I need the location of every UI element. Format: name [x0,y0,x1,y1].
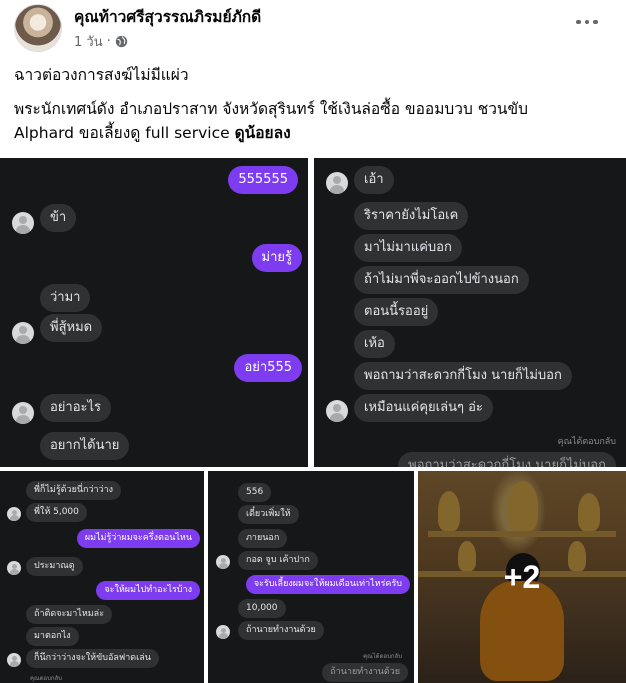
gallery-photo-4[interactable]: 556 เดี๋ยวเพิ่มให้ ภายนอก กอด จูบ เค้าปา… [208,471,414,683]
caption-line-2: พระนักเทศน์ดัง อำเภอปราสาท จังหวัดสุรินท… [14,100,528,118]
contact-avatar [12,402,34,424]
chat-bubble-received: พี่ให้ 5,000 [26,503,87,522]
chat-bubble-received: ถ้าไม่มาพี่จะออกไปข้างนอก [354,266,529,294]
contact-avatar [7,561,21,575]
chat-bubble-received: ถ้าติดจะมาไหมล่ะ [26,605,113,624]
chat-bubble-received: ภายนอก [238,529,288,548]
gallery-photo-5-more[interactable]: +2 [418,471,626,683]
more-photos-overlay[interactable]: +2 [418,471,626,683]
chat-bubble-received: มาตอกไง [26,627,79,646]
contact-avatar [12,322,34,344]
chat-bubble-received: ตอนนี้รออยู่ [354,298,439,326]
chat-bubble-sent: ผมไม่รู้ว่าผมจะครึ่งตอนไหน [76,529,200,548]
chat-bubble-received: ก็นึกว่าว่างจะให้ขับอัลฟาดเล่น [26,649,159,668]
author-avatar[interactable] [14,4,62,52]
reply-note: คุณได้ตอบกลับ [557,437,616,447]
facebook-post: คุณท้าวศรีสุวรรณภิรมย์ภักดี 1 วัน · ฉาวต… [0,0,626,683]
chat-bubble-received: อยากได้นาย [40,432,130,460]
caption-line-3: Alphard ขอเลี้ยงดู full service ดูน้อยลง [14,121,614,145]
more-options-button[interactable] [572,10,602,34]
contact-avatar [7,653,21,667]
chat-bubble-received: 556 [238,483,272,502]
chat-bubble-received: ริราคายังไม่โอเค [354,202,469,230]
reply-preview: ถ้านายทำงานด้วย [322,663,408,682]
contact-avatar [216,625,230,639]
chat-bubble-received: มาไม่มาแค่บอก [354,234,462,262]
caption-text: Alphard ขอเลี้ยงดู full service [14,124,235,142]
chat-bubble-sent: จะให้ผมไปทำอะไรบ้าง [96,581,200,600]
reply-preview: พอถามว่าสะดวกกี่โมง นายก็ไม่บอก [398,452,616,467]
post-time[interactable]: 1 วัน [74,31,103,52]
chat-bubble-received: กอด จูบ เค้าปาก [238,551,318,570]
author-name[interactable]: คุณท้าวศรีสุวรรณภิรมย์ภักดี [74,4,261,29]
reply-note: คุณตอบกลับ [30,675,63,682]
chat-bubble-received: อย่าอะไร [40,394,112,422]
gallery-photo-1[interactable]: 555555 ข้า ม่ายรู้ ว่ามา พี่สู้หมด อย่า5… [0,158,308,467]
chat-bubble-sent: อย่า555 [234,354,302,382]
chat-bubble-received: เดี๋ยวเพิ่มให้ [238,505,299,524]
chat-bubble-received: 10,000 [238,599,286,618]
chat-bubble-sent: ม่ายรู้ [251,244,302,272]
chat-bubble-received: ประมาณดู [26,557,83,576]
reply-note: คุณได้ตอบกลับ [363,653,402,660]
gallery-photo-3[interactable]: พี่ก็ไม่รู้ด้วยนี่กว่าว่าง พี่ให้ 5,000 … [0,471,204,683]
contact-avatar [216,555,230,569]
more-horizontal-icon [576,19,581,25]
chat-bubble-received: ว่ามา [40,284,91,312]
globe-icon [115,35,127,48]
contact-avatar [12,212,34,234]
more-photos-count: +2 [503,558,541,595]
caption-line-1: ฉาวต่อวงการสงฆ์ไม่มีแผ่ว [14,66,189,84]
see-less-link[interactable]: ดูน้อยลง [235,124,291,142]
chat-bubble-sent: 555555 [228,166,298,194]
chat-bubble-received: ข้า [40,204,77,232]
contact-avatar [7,507,21,521]
chat-bubble-received: พอถามว่าสะดวกกี่โมง นายก็ไม่บอก [354,362,572,390]
chat-bubble-received: พี่สู้หมด [40,314,103,342]
chat-bubble-received: เห้อ [354,330,395,358]
contact-avatar [326,400,348,422]
gallery-photo-2[interactable]: เอ้า ริราคายังไม่โอเค มาไม่มาแค่บอก ถ้าไ… [314,158,626,467]
contact-avatar [326,172,348,194]
chat-bubble-received: เอ้า [354,166,394,194]
meta-separator: · [106,34,111,49]
chat-bubble-sent: จะรับเลี้ยงผมจะให้ผมเดือนเท่าไหร่ครับ [245,575,410,594]
photo-gallery: 555555 ข้า ม่ายรู้ ว่ามา พี่สู้หมด อย่า5… [0,158,626,683]
chat-bubble-received: พี่ก็ไม่รู้ด้วยนี่กว่าว่าง [26,481,122,500]
chat-bubble-received: เหมือนแค่คุยเล่นๆ อ่ะ [354,394,493,422]
chat-bubble-received: ถ้านายทำงานด้วย [238,621,324,640]
post-meta: 1 วัน · [74,31,128,52]
